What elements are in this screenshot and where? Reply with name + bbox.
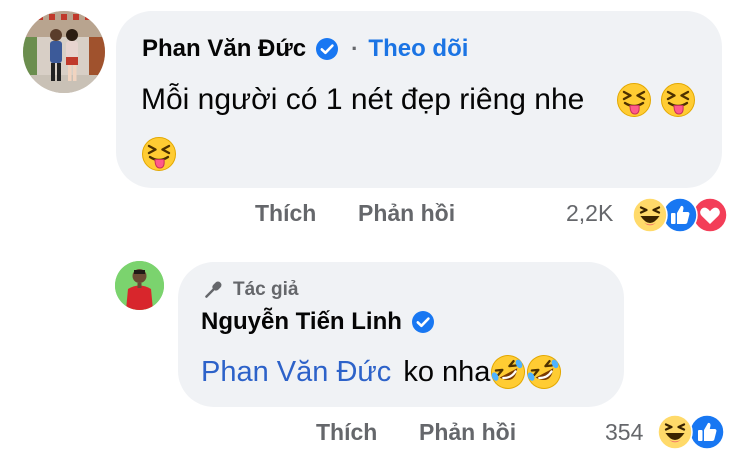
haha-reaction-icon — [657, 414, 693, 450]
verified-badge-icon — [315, 37, 339, 61]
separator-dot: · — [351, 36, 359, 61]
verified-badge-icon — [411, 310, 435, 334]
comment-thread: Phan Văn Đức · Theo dõi Mỗi người có 1 n… — [0, 0, 750, 461]
mention-link[interactable]: Phan Văn Đức — [201, 356, 391, 389]
reaction-count[interactable]: 354 — [605, 419, 643, 446]
rolling-on-floor-laughing-emoji-icon — [490, 354, 526, 390]
reply-button[interactable]: Phản hồi — [358, 200, 455, 230]
author-name[interactable]: Phan Văn Đức — [142, 35, 306, 63]
reply-author-row: Nguyễn Tiến Linh — [201, 308, 435, 336]
like-reaction-icon — [662, 197, 698, 233]
reaction-count[interactable]: 2,2K — [566, 200, 613, 227]
like-button[interactable]: Thích — [255, 200, 316, 230]
like-reaction-icon — [689, 414, 725, 450]
author-tag: Tác giả — [233, 279, 299, 300]
comment-emoji-row — [616, 82, 696, 118]
follow-link[interactable]: Theo dõi — [368, 35, 468, 63]
reaction-icons[interactable] — [657, 414, 725, 450]
squinting-tongue-emoji-icon — [141, 136, 177, 172]
comment-author-row: Phan Văn Đức · Theo dõi — [142, 33, 468, 65]
rolling-on-floor-laughing-emoji-icon — [526, 354, 562, 390]
comment-text: Mỗi người có 1 nét đẹp riêng nhe — [141, 83, 585, 116]
author-name[interactable]: Nguyễn Tiến Linh — [201, 308, 402, 336]
reply-button[interactable]: Phản hồi — [419, 419, 516, 446]
microphone-icon — [201, 278, 225, 302]
squinting-tongue-emoji-icon — [616, 82, 652, 118]
love-reaction-icon — [692, 197, 728, 233]
haha-reaction-icon — [632, 197, 668, 233]
avatar-phan-van-duc[interactable] — [23, 11, 105, 93]
reaction-icons[interactable] — [632, 197, 728, 233]
reply-text: ko nha — [403, 355, 491, 388]
squinting-tongue-emoji-icon — [660, 82, 696, 118]
author-tag-row: Tác giả — [201, 278, 298, 302]
reply-text-row: Phan Văn Đức ko nha — [201, 352, 562, 392]
like-button[interactable]: Thích — [316, 419, 377, 446]
avatar-nguyen-tien-linh[interactable] — [115, 261, 164, 310]
comment-emoji-row-wrap — [141, 136, 177, 172]
